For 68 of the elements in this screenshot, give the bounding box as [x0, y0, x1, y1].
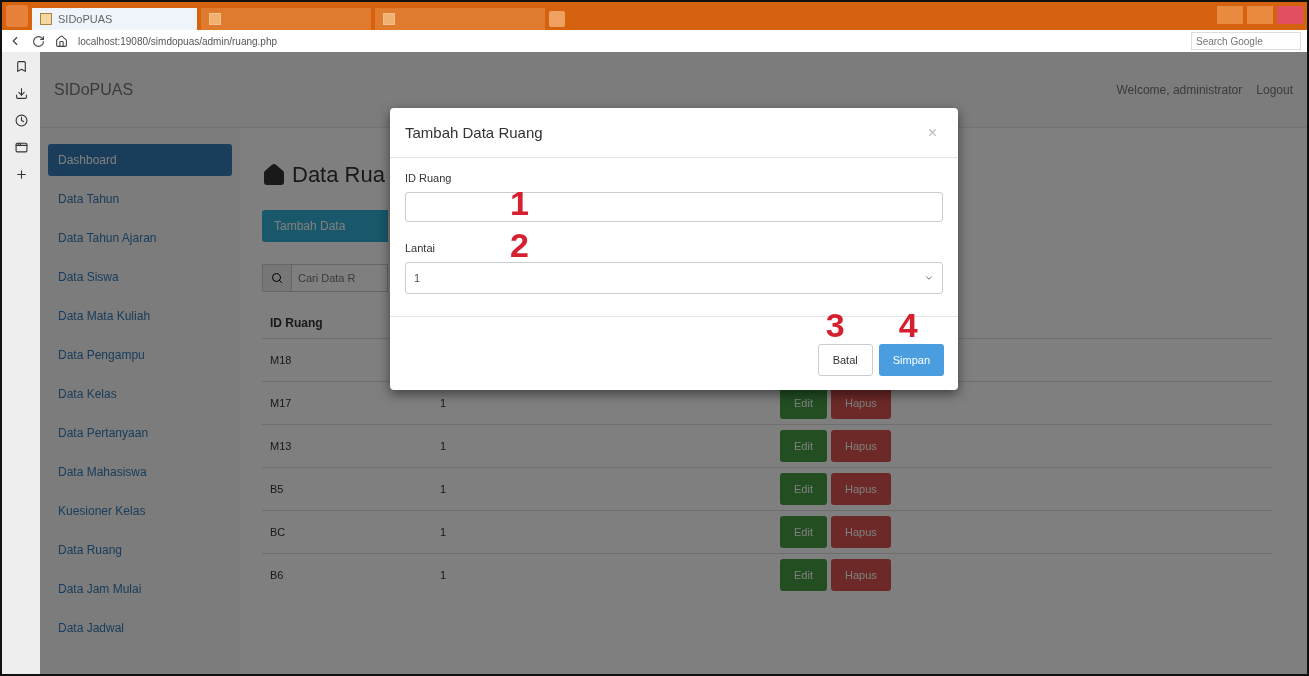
input-field[interactable]: [405, 192, 943, 222]
sidebar-item[interactable]: Kuesioner Kelas: [48, 495, 232, 527]
add-icon[interactable]: [14, 168, 28, 181]
table-cell-text: B5: [270, 483, 285, 495]
edit-button[interactable]: Edit: [780, 473, 827, 505]
save-button[interactable]: Simpan: [878, 344, 944, 376]
caret-icon: [924, 273, 934, 283]
edit-button[interactable]: Edit: [780, 559, 827, 591]
browser-tab[interactable]: SIDoPUAS: [32, 8, 197, 30]
window-icon[interactable]: [14, 141, 28, 154]
table-cell-text: B6: [270, 569, 285, 581]
annotation-number: 2: [510, 228, 529, 262]
table-cell-text: 1: [440, 397, 448, 409]
sidebar-item[interactable]: Data Pengampu: [48, 339, 232, 371]
table-cell-text: 1: [440, 526, 448, 538]
annotation-number: 1: [510, 186, 529, 220]
edit-button[interactable]: Edit: [780, 430, 827, 462]
bookmark-icon[interactable]: [14, 60, 28, 73]
cancel-button[interactable]: Batal: [817, 344, 873, 376]
address-bar[interactable]: localhost:19080/simdopuas/admin/ruang.php: [78, 35, 278, 47]
table-cell-text: BC: [270, 526, 287, 538]
sidebar-item[interactable]: Data Siswa: [48, 261, 232, 293]
welcome-text: Welcome, administrator: [1116, 82, 1243, 97]
sidebar-item[interactable]: Data Kelas: [48, 378, 232, 410]
sidebar-item[interactable]: Data Pertanyaan: [48, 417, 232, 449]
search-field[interactable]: Search Google: [1191, 32, 1301, 50]
delete-button[interactable]: Hapus: [830, 516, 891, 548]
table-cell-text: M13: [270, 440, 293, 452]
clock-icon[interactable]: [14, 114, 28, 127]
field-label: ID Ruang: [405, 172, 452, 184]
delete-button[interactable]: Hapus: [830, 559, 891, 591]
sidebar-item[interactable]: Data Jadwal: [48, 612, 232, 644]
page-icon: [383, 13, 395, 25]
column-header: ID Ruang: [270, 316, 324, 330]
sidebar-item[interactable]: Data Jam Mulai: [48, 573, 232, 605]
page-icon: [209, 13, 221, 25]
home-icon[interactable]: [55, 34, 68, 48]
home-icon: [262, 163, 286, 187]
logout-link[interactable]: Logout: [1256, 82, 1293, 97]
search-icon: [271, 272, 283, 284]
annotation-number: 3: [825, 308, 845, 342]
page-title: Data Rua: [292, 162, 385, 188]
site-brand[interactable]: SIDoPUAS: [54, 80, 134, 99]
sidebar-item[interactable]: Data Ruang: [48, 534, 232, 566]
download-icon[interactable]: [14, 87, 28, 100]
delete-button[interactable]: Hapus: [830, 430, 891, 462]
add-button[interactable]: Tambah Data: [262, 210, 388, 242]
delete-button[interactable]: Hapus: [830, 473, 891, 505]
search-field[interactable]: Cari Data R: [292, 264, 388, 292]
page-icon: [40, 13, 52, 25]
modal-title: Tambah Data Ruang: [405, 124, 543, 141]
sidebar-item[interactable]: Data Mahasiswa: [48, 456, 232, 488]
sidebar-item[interactable]: Data Tahun Ajaran: [48, 222, 232, 254]
reload-icon[interactable]: [32, 34, 45, 48]
table-cell-text: 1: [440, 569, 448, 581]
table-cell-text: M17: [270, 397, 293, 409]
annotation-number: 4: [898, 308, 918, 342]
edit-button[interactable]: Edit: [780, 516, 827, 548]
table-cell-text: 1: [440, 483, 448, 495]
sidebar-item[interactable]: Data Mata Kuliah: [48, 300, 232, 332]
sidebar-item[interactable]: Dashboard: [48, 144, 232, 176]
tab-title: SIDoPUAS: [58, 13, 113, 25]
select-field[interactable]: 1: [405, 262, 943, 294]
table-cell-text: M18: [270, 354, 293, 366]
field-label: Lantai: [405, 242, 435, 254]
table-cell-text: 1: [440, 440, 448, 452]
close-button[interactable]: ×: [921, 122, 943, 143]
sidebar-item[interactable]: Data Tahun: [48, 183, 232, 215]
